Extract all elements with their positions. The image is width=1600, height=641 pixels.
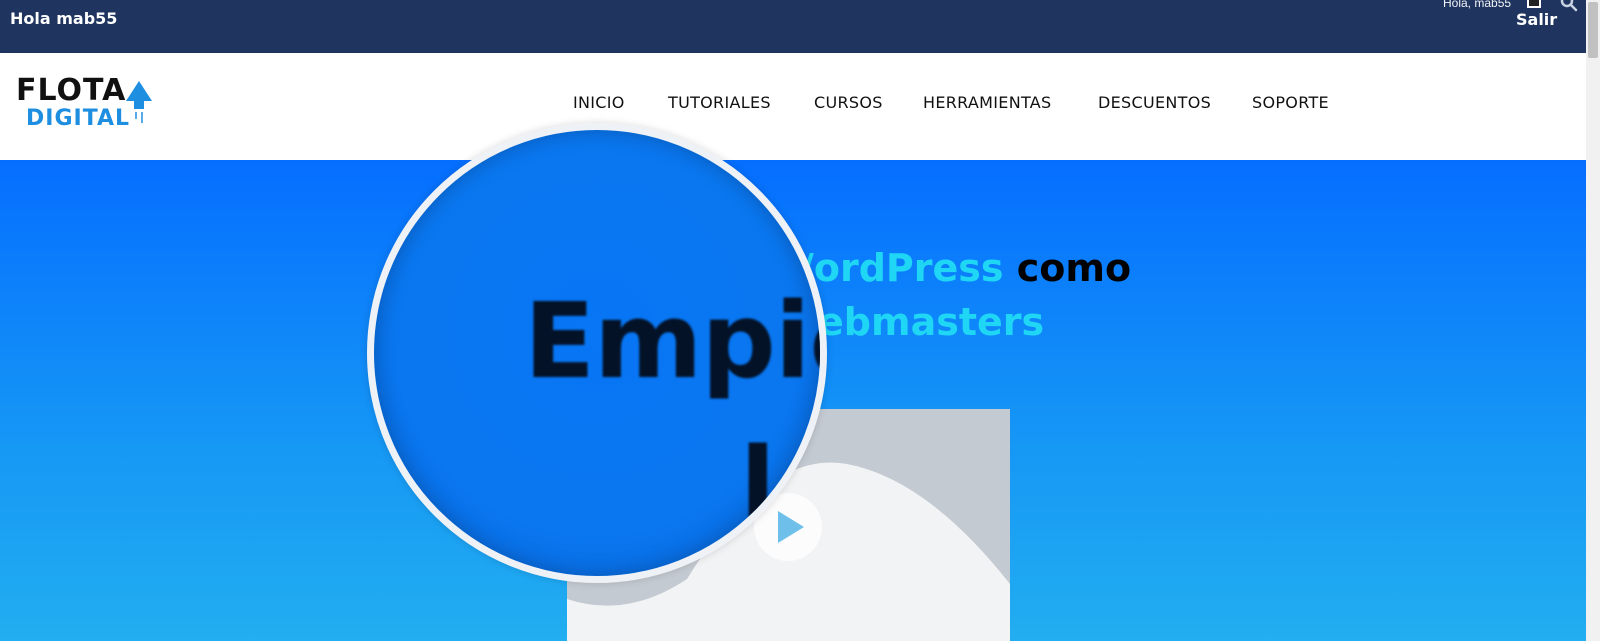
nav-item-herramientas[interactable]: HERRAMIENTAS — [923, 93, 1052, 112]
scrollbar-thumb[interactable] — [1588, 2, 1598, 58]
site-header: FLOTA DIGITAL INICIO TUTORIALES CURSOS H… — [0, 53, 1586, 160]
nav-item-tutoriales[interactable]: TUTORIALES — [668, 93, 771, 112]
search-icon[interactable] — [1560, 0, 1578, 12]
greeting-text: Hola mab55 — [10, 9, 118, 28]
nav-item-inicio[interactable]: INICIO — [573, 93, 625, 112]
logout-link[interactable]: Salir — [1516, 10, 1557, 29]
hero-accent-1: /ordPress — [800, 246, 1004, 290]
account-label[interactable]: Hola, mab55 — [1443, 0, 1511, 10]
nav-item-cursos[interactable]: CURSOS — [814, 93, 883, 112]
main-nav: INICIO TUTORIALES CURSOS HERRAMIENTAS DE… — [0, 93, 1586, 123]
nav-item-soporte[interactable]: SOPORTE — [1252, 93, 1329, 112]
magnified-text: Empie — [524, 280, 820, 402]
nav-item-descuentos[interactable]: DESCUENTOS — [1098, 93, 1211, 112]
top-bar: Hola mab55 Hola, mab55 Salir — [0, 0, 1586, 53]
magnified-text-2: l — [740, 425, 776, 547]
account-icon[interactable] — [1527, 0, 1541, 8]
hero-text-1: como — [1016, 246, 1132, 290]
hero-heading-line1: /ordPress como — [800, 246, 1131, 290]
magnifier-lens: Empie l — [367, 123, 827, 583]
hero-heading-line2: ebmasters — [818, 300, 1045, 344]
scrollbar[interactable] — [1586, 0, 1600, 641]
